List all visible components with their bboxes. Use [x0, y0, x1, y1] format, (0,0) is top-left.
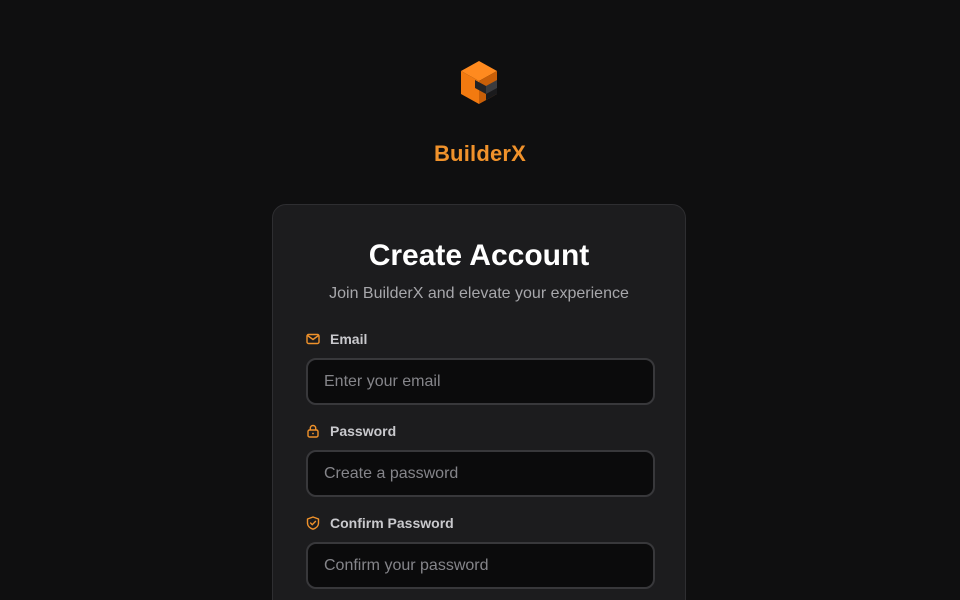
email-label-text: Email [330, 331, 368, 347]
password-label: Password [306, 422, 396, 440]
page-title: Create Account [368, 239, 590, 272]
confirm-password-label: Confirm Password [306, 514, 454, 532]
password-field[interactable] [306, 450, 655, 497]
builderx-logo-icon [459, 60, 499, 106]
signup-page: BuilderX Create Account Join BuilderX an… [0, 0, 960, 600]
shield-check-icon [306, 516, 320, 530]
confirm-password-field[interactable] [306, 542, 655, 589]
signup-card: Create Account Join BuilderX and elevate… [272, 204, 686, 600]
password-label-text: Password [330, 423, 397, 439]
brand-name: BuilderX [433, 141, 527, 166]
email-label: Email [306, 330, 367, 348]
page-subtitle: Join BuilderX and elevate your experienc… [329, 285, 629, 302]
lock-icon [306, 424, 320, 438]
email-field[interactable] [306, 358, 655, 405]
mail-icon [306, 332, 320, 346]
confirm-password-label-text: Confirm Password [330, 515, 454, 531]
